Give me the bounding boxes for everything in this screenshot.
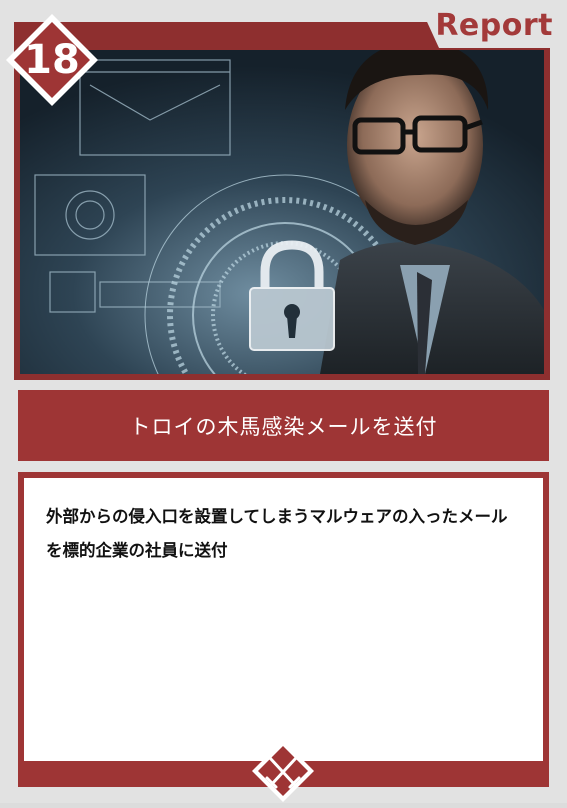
- card-title: トロイの木馬感染メールを送付: [129, 414, 438, 439]
- card-number: 18: [24, 37, 80, 83]
- title-bar: トロイの木馬感染メールを送付: [18, 390, 549, 461]
- description-box: 外部からの侵入口を設置してしまうマルウェアの入ったメールを標的企業の社員に送付: [24, 478, 543, 761]
- card: Report 18 トロイの木馬感染メールを送付 外部からの侵入口を設置してしま…: [0, 0, 567, 803]
- card-description: 外部からの侵入口を設置してしまうマルウェアの入ったメールを標的企業の社員に送付: [46, 507, 508, 560]
- crossed-swords-emblem-icon: [250, 738, 316, 804]
- category-label: Report: [435, 8, 553, 43]
- category-tab: Report: [417, 0, 567, 48]
- number-badge: 18: [2, 10, 102, 110]
